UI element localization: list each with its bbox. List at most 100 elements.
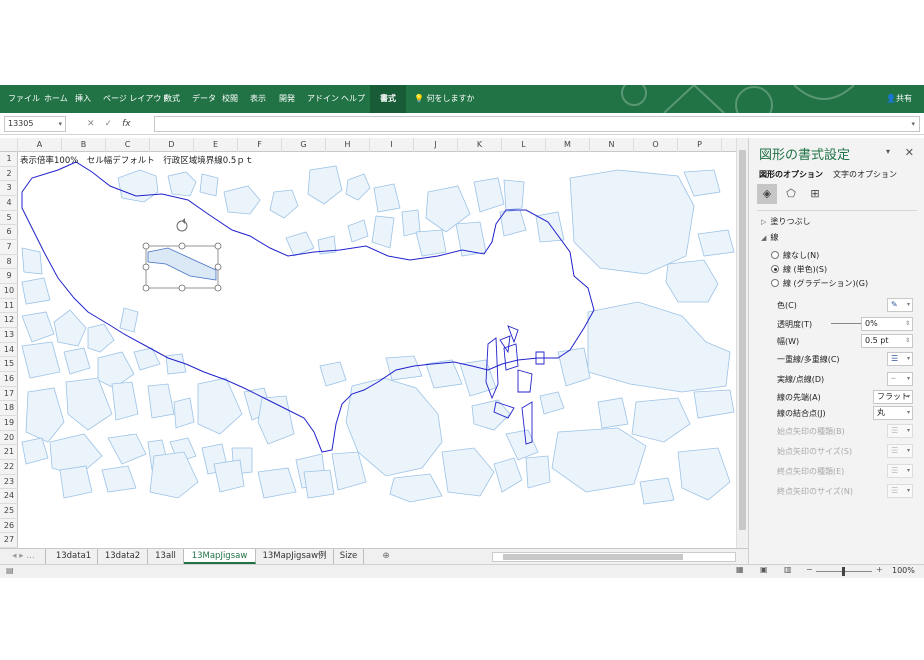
tell-me-box[interactable]: 💡 何をしますか bbox=[414, 85, 475, 113]
tab-file[interactable]: ファイル bbox=[8, 85, 40, 113]
formula-input[interactable]: ▾ bbox=[154, 116, 920, 132]
end-arrow-size-button[interactable]: ☰ ▾ bbox=[887, 484, 913, 498]
share-button[interactable]: 👤共有 bbox=[886, 85, 912, 113]
tab-shape-options[interactable]: 図形のオプション bbox=[759, 170, 823, 179]
transparency-slider[interactable] bbox=[831, 323, 863, 324]
column-header[interactable]: G bbox=[282, 138, 326, 152]
row-header[interactable]: 17 bbox=[0, 387, 18, 402]
tab-text-options[interactable]: 文字のオプション bbox=[833, 170, 897, 179]
begin-arrow-size-button[interactable]: ☰ ▾ bbox=[887, 444, 913, 458]
horizontal-scrollbar[interactable] bbox=[492, 552, 736, 562]
size-properties-icon[interactable]: ⊞ bbox=[805, 184, 825, 204]
sheet-tab-active[interactable]: 13MapJigsaw bbox=[184, 549, 256, 564]
effects-icon[interactable]: ⬠ bbox=[781, 184, 801, 204]
row-header[interactable]: 16 bbox=[0, 372, 18, 387]
column-header[interactable]: M bbox=[546, 138, 590, 152]
normal-view-icon[interactable]: ▦ bbox=[736, 565, 744, 574]
row-header[interactable]: 27 bbox=[0, 533, 18, 548]
radio-gradient-line[interactable]: 線 (グラデーション)(G) bbox=[771, 278, 868, 289]
column-header[interactable]: P bbox=[678, 138, 722, 152]
row-header[interactable]: 1 bbox=[0, 152, 18, 167]
row-header[interactable]: 21 bbox=[0, 445, 18, 460]
sheet-tab[interactable]: 13all bbox=[148, 549, 184, 564]
row-header[interactable]: 22 bbox=[0, 460, 18, 475]
radio-solid-line[interactable]: 線 (単色)(S) bbox=[771, 264, 827, 275]
sheet-tab[interactable]: 13MapJigsaw例 bbox=[256, 549, 334, 564]
row-header[interactable]: 23 bbox=[0, 475, 18, 490]
column-header[interactable]: D bbox=[150, 138, 194, 152]
compound-type-button[interactable]: ☰ ▾ bbox=[887, 352, 913, 366]
row-header[interactable]: 4 bbox=[0, 196, 18, 211]
end-arrow-type-button[interactable]: ☰ ▾ bbox=[887, 464, 913, 478]
section-fill[interactable]: ▷ 塗りつぶし bbox=[761, 216, 810, 227]
row-header[interactable]: 26 bbox=[0, 519, 18, 534]
tab-developer[interactable]: 開発 bbox=[279, 85, 295, 113]
zoom-slider-thumb[interactable] bbox=[842, 567, 845, 576]
vertical-scrollbar[interactable] bbox=[736, 138, 748, 548]
begin-arrow-type-button[interactable]: ☰ ▾ bbox=[887, 424, 913, 438]
transparency-input[interactable]: 0% ⇕ bbox=[861, 317, 913, 331]
column-header[interactable]: F bbox=[238, 138, 282, 152]
row-header[interactable]: 3 bbox=[0, 181, 18, 196]
sheet-tab[interactable]: 13data1 bbox=[50, 549, 98, 564]
tab-help[interactable]: ヘルプ bbox=[341, 85, 365, 113]
radio-no-line[interactable]: 線なし(N) bbox=[771, 250, 819, 261]
cancel-icon[interactable]: ✕ bbox=[87, 119, 95, 129]
insert-function-button[interactable]: fx bbox=[122, 119, 131, 129]
row-header[interactable]: 14 bbox=[0, 343, 18, 358]
column-header[interactable]: H bbox=[326, 138, 370, 152]
select-all-corner[interactable] bbox=[0, 138, 18, 152]
row-header[interactable]: 6 bbox=[0, 225, 18, 240]
column-header[interactable]: C bbox=[106, 138, 150, 152]
row-header[interactable]: 18 bbox=[0, 401, 18, 416]
enter-icon[interactable]: ✓ bbox=[105, 119, 113, 129]
fill-line-icon[interactable]: ◈ bbox=[757, 184, 777, 204]
add-sheet-button[interactable]: ⊕ bbox=[374, 549, 398, 564]
sheet-tab[interactable]: Size bbox=[334, 549, 364, 564]
column-header[interactable]: I bbox=[370, 138, 414, 152]
chevron-down-icon[interactable]: ▾ bbox=[58, 117, 62, 131]
tab-format[interactable]: 書式 bbox=[370, 85, 406, 113]
page-break-view-icon[interactable]: ▥ bbox=[784, 565, 792, 574]
tab-data[interactable]: データ bbox=[192, 85, 216, 113]
row-header[interactable]: 2 bbox=[0, 167, 18, 182]
tab-home[interactable]: ホーム bbox=[44, 85, 68, 113]
row-header[interactable]: 5 bbox=[0, 211, 18, 226]
row-header[interactable]: 12 bbox=[0, 313, 18, 328]
row-header[interactable]: 25 bbox=[0, 504, 18, 519]
color-picker-button[interactable]: ✎ ▾ bbox=[887, 298, 913, 312]
page-layout-view-icon[interactable]: ▣ bbox=[760, 565, 768, 574]
sheet-nav-arrows[interactable]: ◂ ▸ … bbox=[2, 549, 46, 564]
row-header[interactable]: 10 bbox=[0, 284, 18, 299]
worksheet-grid[interactable]: 表示倍率100% セル幅デフォルト 行政区域境界線0.5ｐｔ bbox=[18, 152, 736, 548]
row-header[interactable]: 13 bbox=[0, 328, 18, 343]
zoom-out-icon[interactable]: − bbox=[806, 565, 813, 574]
close-icon[interactable]: ✕ bbox=[905, 146, 914, 159]
column-header[interactable]: O bbox=[634, 138, 678, 152]
width-input[interactable]: 0.5 pt ⇕ bbox=[861, 334, 913, 348]
row-header[interactable]: 20 bbox=[0, 431, 18, 446]
row-header[interactable]: 11 bbox=[0, 299, 18, 314]
scroll-thumb[interactable] bbox=[503, 554, 683, 560]
scroll-thumb[interactable] bbox=[739, 150, 746, 530]
row-header[interactable]: 9 bbox=[0, 269, 18, 284]
name-box[interactable]: 13305 ▾ bbox=[4, 116, 66, 132]
tab-view[interactable]: 表示 bbox=[250, 85, 266, 113]
zoom-in-icon[interactable]: + bbox=[876, 565, 883, 574]
cap-type-select[interactable]: フラット ▾ bbox=[873, 390, 913, 404]
column-header[interactable]: E bbox=[194, 138, 238, 152]
column-header[interactable]: L bbox=[502, 138, 546, 152]
section-line[interactable]: ◢ 線 bbox=[761, 232, 778, 243]
zoom-level[interactable]: 100% bbox=[892, 566, 915, 575]
row-header[interactable]: 7 bbox=[0, 240, 18, 255]
row-header[interactable]: 24 bbox=[0, 489, 18, 504]
tab-review[interactable]: 校閲 bbox=[222, 85, 238, 113]
pane-options-icon[interactable]: ▾ bbox=[886, 147, 890, 156]
tab-formulas[interactable]: 数式 bbox=[164, 85, 180, 113]
row-header[interactable]: 8 bbox=[0, 255, 18, 270]
macro-record-icon[interactable]: ▤ bbox=[6, 566, 14, 575]
join-type-select[interactable]: 丸 ▾ bbox=[873, 406, 913, 420]
tab-insert[interactable]: 挿入 bbox=[75, 85, 91, 113]
column-header[interactable]: K bbox=[458, 138, 502, 152]
column-header[interactable]: B bbox=[62, 138, 106, 152]
